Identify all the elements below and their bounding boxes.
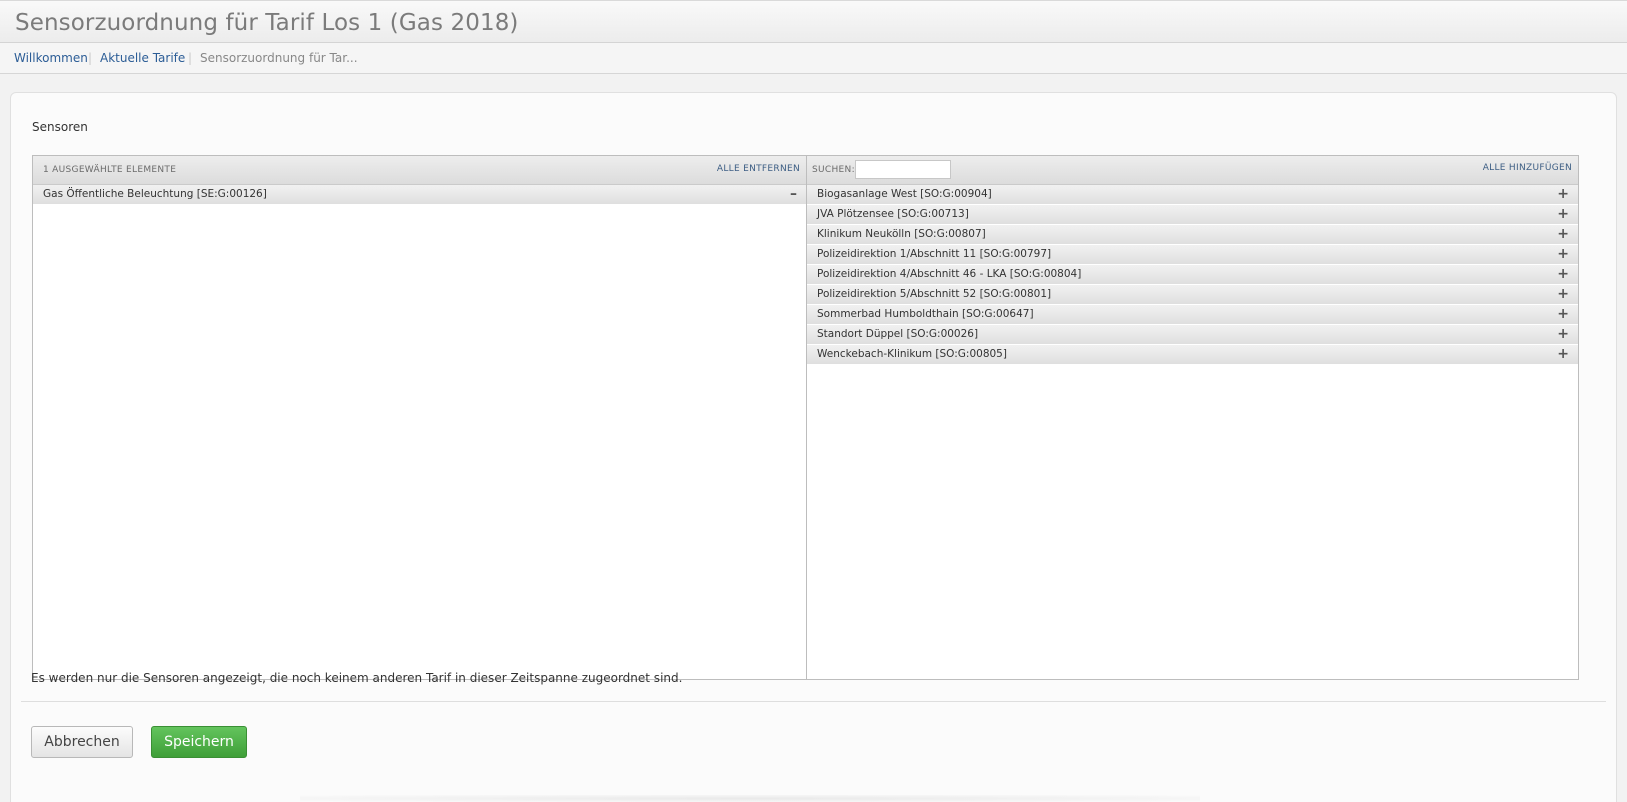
selected-item[interactable]: Gas Öffentliche Beleuchtung [SE:G:00126]… [33,185,806,205]
selected-pane-header: 1 ausgewählte Elemente Alle entfernen [33,156,806,185]
search-label: Suchen: [812,165,855,175]
form-card: Sensoren 1 ausgewählte Elemente Alle ent… [10,92,1617,802]
available-item[interactable]: Polizeidirektion 4/Abschnitt 46 - LKA [S… [807,265,1578,285]
divider [21,701,1606,702]
plus-icon[interactable]: + [1557,346,1569,362]
breadcrumb: Willkommen | Aktuelle Tarife | Sensorzuo… [0,43,1627,74]
available-item[interactable]: JVA Plötzensee [SO:G:00713] + [807,205,1578,225]
plus-icon[interactable]: + [1557,286,1569,302]
available-item-label: JVA Plötzensee [SO:G:00713] [817,208,969,220]
available-item-label: Wenckebach-Klinikum [SO:G:00805] [817,348,1007,360]
available-item-label: Polizeidirektion 4/Abschnitt 46 - LKA [S… [817,268,1082,280]
selected-count-label: 1 ausgewählte Elemente [43,165,177,175]
page-header: Sensorzuordnung für Tarif Los 1 (Gas 201… [0,0,1627,43]
available-item[interactable]: Wenckebach-Klinikum [SO:G:00805] + [807,345,1578,365]
available-item[interactable]: Biogasanlage West [SO:G:00904] + [807,185,1578,205]
breadcrumb-item-willkommen[interactable]: Willkommen [14,51,88,65]
info-note: Es werden nur die Sensoren angezeigt, di… [31,671,683,685]
breadcrumb-item-aktuelle-tarife[interactable]: Aktuelle Tarife [100,51,185,65]
available-item[interactable]: Klinikum Neukölln [SO:G:00807] + [807,225,1578,245]
page-title: Sensorzuordnung für Tarif Los 1 (Gas 201… [15,10,519,36]
selected-item-label: Gas Öffentliche Beleuchtung [SE:G:00126] [43,188,267,200]
cancel-button[interactable]: Abbrechen [31,726,133,758]
plus-icon[interactable]: + [1557,306,1569,322]
available-item[interactable]: Polizeidirektion 1/Abschnitt 11 [SO:G:00… [807,245,1578,265]
page: Sensorzuordnung für Tarif Los 1 (Gas 201… [0,0,1627,802]
breadcrumb-separator: | [188,51,193,65]
available-list: Biogasanlage West [SO:G:00904] + JVA Plö… [807,185,1578,365]
available-pane-header: Suchen: Alle hinzufügen [807,156,1578,185]
add-all-link[interactable]: Alle hinzufügen [1483,163,1572,173]
section-label-sensoren: Sensoren [32,120,88,134]
plus-icon[interactable]: + [1557,206,1569,222]
minus-icon[interactable]: – [790,186,797,202]
selected-pane: 1 ausgewählte Elemente Alle entfernen Ga… [33,156,807,679]
available-item[interactable]: Standort Düppel [SO:G:00026] + [807,325,1578,345]
save-button[interactable]: Speichern [151,726,247,758]
remove-all-link[interactable]: Alle entfernen [717,164,800,174]
available-item-label: Biogasanlage West [SO:G:00904] [817,188,992,200]
available-item[interactable]: Polizeidirektion 5/Abschnitt 52 [SO:G:00… [807,285,1578,305]
plus-icon[interactable]: + [1557,226,1569,242]
breadcrumb-item-current: Sensorzuordnung für Tar... [200,51,358,65]
available-item[interactable]: Sommerbad Humboldthain [SO:G:00647] + [807,305,1578,325]
bottom-shadow [300,795,1200,802]
sensor-multiselect: 1 ausgewählte Elemente Alle entfernen Ga… [32,155,1579,680]
available-item-label: Polizeidirektion 1/Abschnitt 11 [SO:G:00… [817,248,1052,260]
plus-icon[interactable]: + [1557,326,1569,342]
search-input[interactable] [855,160,951,179]
plus-icon[interactable]: + [1557,246,1569,262]
available-item-label: Polizeidirektion 5/Abschnitt 52 [SO:G:00… [817,288,1052,300]
available-item-label: Klinikum Neukölln [SO:G:00807] [817,228,986,240]
selected-list: Gas Öffentliche Beleuchtung [SE:G:00126]… [33,185,806,205]
plus-icon[interactable]: + [1557,266,1569,282]
breadcrumb-separator: | [88,51,93,65]
available-item-label: Standort Düppel [SO:G:00026] [817,328,979,340]
available-item-label: Sommerbad Humboldthain [SO:G:00647] [817,308,1034,320]
plus-icon[interactable]: + [1557,186,1569,202]
available-pane: Suchen: Alle hinzufügen Biogasanlage Wes… [807,156,1578,679]
